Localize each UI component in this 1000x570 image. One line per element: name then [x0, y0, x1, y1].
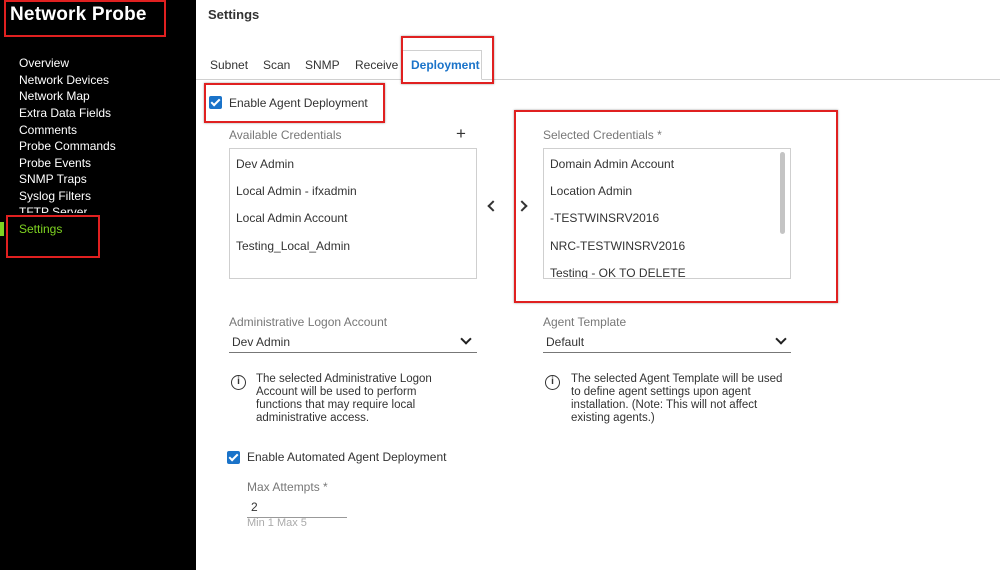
- list-item[interactable]: Local Admin Account: [236, 211, 347, 225]
- max-attempts-hint: Min 1 Max 5: [247, 517, 307, 529]
- max-attempts-label: Max Attempts *: [247, 480, 328, 494]
- highlight-deployment-tab: [401, 36, 494, 84]
- active-nav-indicator: [0, 222, 4, 236]
- sidebar-item-probe-events[interactable]: Probe Events: [19, 156, 91, 170]
- list-item[interactable]: Dev Admin: [236, 157, 294, 171]
- admin-logon-info: The selected Administrative Logon Accoun…: [256, 373, 432, 424]
- info-icon: i: [545, 375, 560, 390]
- agent-template-label: Agent Template: [543, 315, 627, 329]
- sidebar-item-overview[interactable]: Overview: [19, 56, 69, 70]
- available-credentials-list: Dev Admin Local Admin - ifxadmin Local A…: [229, 148, 477, 279]
- admin-logon-select[interactable]: Dev Admin: [232, 335, 290, 349]
- chevron-down-icon[interactable]: [775, 333, 787, 345]
- agent-template-select[interactable]: Default: [546, 335, 584, 349]
- tab-scan[interactable]: Scan: [263, 58, 290, 72]
- list-item[interactable]: Testing_Local_Admin: [236, 239, 350, 253]
- tab-subnet[interactable]: Subnet: [210, 58, 248, 72]
- available-credentials-label: Available Credentials: [229, 128, 342, 142]
- sidebar-item-network-devices[interactable]: Network Devices: [19, 73, 109, 87]
- tab-bar-divider: [196, 79, 1000, 80]
- sidebar-item-comments[interactable]: Comments: [19, 123, 77, 137]
- sidebar-item-network-map[interactable]: Network Map: [19, 89, 90, 103]
- sidebar-item-extra-data-fields[interactable]: Extra Data Fields: [19, 106, 111, 120]
- page-title: Settings: [208, 7, 260, 22]
- enable-automated-deployment-label: Enable Automated Agent Deployment: [247, 450, 447, 464]
- chevron-down-icon[interactable]: [460, 333, 472, 345]
- agent-template-underline: [543, 352, 791, 353]
- enable-automated-deployment-checkbox[interactable]: [227, 451, 240, 464]
- sidebar-item-tftp-server[interactable]: TFTP Server: [19, 205, 87, 213]
- highlight-selected-credentials: [514, 110, 838, 303]
- sidebar-item-snmp-traps[interactable]: SNMP Traps: [19, 172, 87, 186]
- highlight-settings: [6, 215, 100, 258]
- tab-receive[interactable]: Receive: [355, 58, 398, 72]
- sidebar-item-probe-commands[interactable]: Probe Commands: [19, 139, 116, 153]
- tab-snmp[interactable]: SNMP: [305, 58, 340, 72]
- highlight-enable-agent: [204, 83, 385, 123]
- max-attempts-input[interactable]: 2: [251, 500, 258, 514]
- agent-template-info: The selected Agent Template will be used…: [571, 373, 783, 424]
- sidebar-item-syslog-filters[interactable]: Syslog Filters: [19, 189, 91, 203]
- move-left-icon[interactable]: [487, 200, 499, 212]
- info-icon: i: [231, 375, 246, 390]
- admin-logon-label: Administrative Logon Account: [229, 315, 388, 329]
- admin-logon-underline: [229, 352, 477, 353]
- sidebar: Network Probe Overview Network Devices N…: [0, 0, 196, 570]
- add-credential-icon[interactable]: +: [456, 124, 466, 144]
- list-item[interactable]: Local Admin - ifxadmin: [236, 184, 357, 198]
- highlight-app-title: [4, 0, 166, 37]
